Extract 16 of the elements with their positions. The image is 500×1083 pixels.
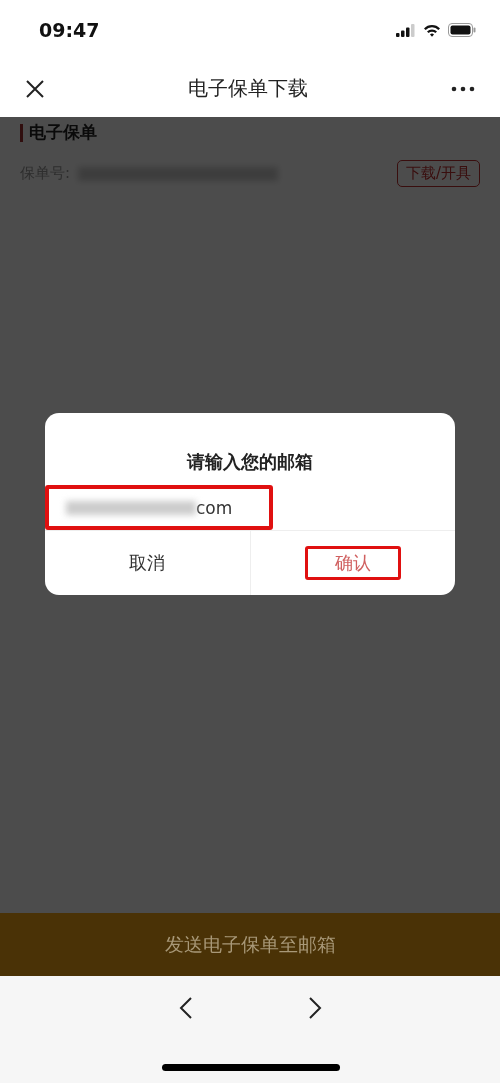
forward-icon[interactable]	[307, 996, 322, 1020]
status-time: 09:47	[39, 19, 100, 41]
signal-icon	[396, 23, 416, 37]
page-title: 电子保单下载	[188, 75, 308, 102]
email-field[interactable]: com	[45, 485, 273, 530]
email-value: com	[196, 497, 233, 518]
dialog-title: 请输入您的邮箱	[185, 450, 314, 474]
dialog-button[interactable]: 确认	[304, 546, 401, 580]
more-icon[interactable]	[451, 85, 475, 92]
section-title: 电子保单	[29, 121, 97, 144]
battery-icon	[448, 23, 476, 37]
close-icon[interactable]	[25, 78, 45, 99]
wifi-icon	[423, 23, 441, 37]
dialog-button[interactable]: 取消	[116, 546, 179, 580]
send-email-button[interactable]: 发送电子保单至邮箱	[0, 913, 500, 976]
back-icon[interactable]	[178, 996, 193, 1020]
